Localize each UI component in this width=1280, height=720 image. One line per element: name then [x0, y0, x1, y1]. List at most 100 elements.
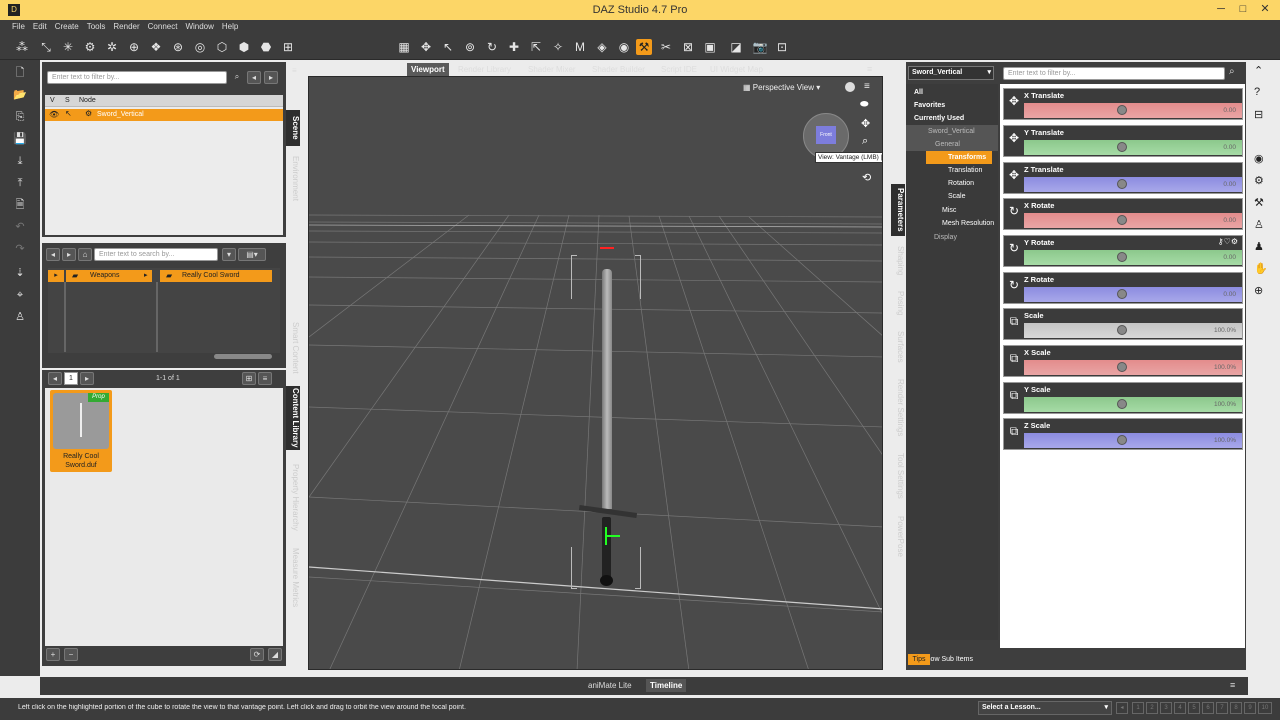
- forward-button[interactable]: ▸: [264, 71, 278, 84]
- slider-x-rotate[interactable]: ↻ X Rotate 0.00: [1003, 198, 1243, 230]
- tree-scale[interactable]: Scale: [906, 190, 998, 203]
- surface-icon[interactable]: ◈: [594, 39, 610, 55]
- view-cube[interactable]: Front: [816, 126, 836, 144]
- library-layout-button[interactable]: ▤▾: [238, 248, 266, 261]
- tree-misc[interactable]: Misc: [906, 204, 998, 217]
- node-weight-icon[interactable]: ⊕: [126, 39, 142, 55]
- tab-render-settings[interactable]: Render Settings: [891, 374, 905, 442]
- slider-value[interactable]: 0.00: [1223, 291, 1236, 298]
- render-icon[interactable]: 📷: [752, 39, 768, 55]
- gizmo-x-axis[interactable]: [606, 535, 620, 537]
- maximize-button[interactable]: □: [1232, 1, 1254, 18]
- lesson-step[interactable]: 9: [1244, 702, 1256, 714]
- figure-icon[interactable]: ✧: [550, 39, 566, 55]
- translate-icon[interactable]: ✚: [506, 39, 522, 55]
- tab-content-library[interactable]: Content Library: [286, 386, 300, 450]
- merge-file-icon[interactable]: ⎘: [13, 110, 27, 124]
- menu-render[interactable]: Render: [109, 20, 143, 33]
- tree-all[interactable]: All: [906, 86, 998, 99]
- tab-posing[interactable]: Posing: [891, 286, 905, 320]
- target-tool-icon[interactable]: ⊚: [462, 39, 478, 55]
- open-file-icon[interactable]: 📂: [13, 88, 27, 102]
- slider-value[interactable]: 0.00: [1223, 144, 1236, 151]
- slider-knob[interactable]: [1117, 252, 1127, 262]
- lesson-step[interactable]: 7: [1216, 702, 1228, 714]
- panel-menu-icon[interactable]: ≡: [292, 66, 302, 76]
- tree-transforms[interactable]: Transforms: [926, 151, 992, 164]
- slider-knob[interactable]: [1117, 179, 1127, 189]
- universal-tool-icon[interactable]: ⤡: [38, 39, 54, 55]
- menu-create[interactable]: Create: [51, 20, 83, 33]
- pane-menu-icon[interactable]: ≡: [1230, 680, 1235, 690]
- dolly-icon[interactable]: ⬬: [860, 99, 869, 110]
- tips-button[interactable]: Tips: [908, 654, 930, 665]
- slider-track[interactable]: [1024, 360, 1242, 375]
- slider-track[interactable]: [1024, 397, 1242, 412]
- column-visible[interactable]: V: [50, 97, 55, 104]
- primitive-tool-icon[interactable]: ⬣: [258, 39, 274, 55]
- sword-pommel[interactable]: [600, 575, 613, 586]
- sculpt-icon[interactable]: ◉: [616, 39, 632, 55]
- lesson-select[interactable]: Select a Lesson... ▾: [978, 701, 1112, 715]
- menu-connect[interactable]: Connect: [144, 20, 182, 33]
- close-button[interactable]: ✕: [1254, 1, 1276, 18]
- smart-content-icon[interactable]: ⊟: [1254, 108, 1263, 121]
- refresh-button[interactable]: ⟳: [250, 648, 264, 661]
- undo-icon[interactable]: ↶: [13, 220, 27, 234]
- sword-blade[interactable]: [602, 269, 612, 509]
- tab-surfaces[interactable]: Surfaces: [891, 326, 905, 368]
- slider-value[interactable]: 0.00: [1223, 181, 1236, 188]
- slider-value[interactable]: 100.0%: [1214, 437, 1236, 444]
- tab-shader-mixer[interactable]: Shader Mixer: [524, 63, 580, 76]
- tree-mesh-resolution[interactable]: Mesh Resolution: [906, 217, 998, 230]
- slider-knob[interactable]: [1117, 105, 1127, 115]
- remove-button[interactable]: −: [64, 648, 78, 661]
- weight-map-icon[interactable]: ⊠: [680, 39, 696, 55]
- tab-tool-settings[interactable]: Tool Settings: [891, 448, 905, 504]
- export-icon[interactable]: ⤒: [13, 176, 27, 190]
- menu-help[interactable]: Help: [218, 20, 242, 33]
- column-divider[interactable]: [64, 282, 66, 352]
- slider-value[interactable]: 100.0%: [1214, 364, 1236, 371]
- page-number-field[interactable]: 1: [64, 372, 78, 385]
- lesson-step[interactable]: 5: [1188, 702, 1200, 714]
- library-back-button[interactable]: ◂: [46, 248, 60, 261]
- tab-environment[interactable]: Environment: [286, 150, 300, 206]
- tree-rotation[interactable]: Rotation: [906, 177, 998, 190]
- folder-really-cool-sword[interactable]: ▰ Really Cool Sword: [160, 270, 272, 282]
- scene-row-sword[interactable]: 👁 ↖ ⚙ Sword_Vertical: [45, 109, 283, 121]
- spot-render-icon[interactable]: ◎: [192, 39, 208, 55]
- document-icon[interactable]: 🗎: [13, 198, 27, 212]
- gizmo-y-axis[interactable]: [605, 527, 607, 545]
- drop-to-floor-icon[interactable]: ⇣: [13, 266, 27, 280]
- tab-shaping[interactable]: Shaping: [891, 242, 905, 280]
- tab-timeline[interactable]: Timeline: [646, 679, 687, 692]
- focus-icon[interactable]: ◉: [1254, 152, 1264, 165]
- cursor-icon[interactable]: ↖: [65, 109, 72, 118]
- node-selection-icon[interactable]: ⁂: [14, 39, 30, 55]
- tab-render-library[interactable]: Render Library: [454, 63, 515, 76]
- uv-tool-icon[interactable]: ✂: [658, 39, 674, 55]
- figure-setup-icon[interactable]: ♙: [13, 310, 27, 324]
- viewport-menu-icon[interactable]: ≡: [867, 64, 872, 74]
- tree-display[interactable]: Display: [906, 231, 998, 244]
- tab-measure-metrics[interactable]: Measure Metrics: [286, 544, 300, 612]
- slider-y-rotate[interactable]: ↻ Y Rotate ⚷♡⚙ 0.00: [1003, 235, 1243, 267]
- camera-select[interactable]: ▦ Perspective View ▾: [743, 83, 820, 92]
- rotate-tool-icon[interactable]: ⚙: [82, 39, 98, 55]
- lesson-prev-button[interactable]: ◂: [1116, 702, 1128, 714]
- move-tool-icon[interactable]: ✥: [418, 39, 434, 55]
- column-divider[interactable]: [156, 282, 158, 352]
- slider-value[interactable]: 0.00: [1223, 107, 1236, 114]
- add-button[interactable]: +: [46, 648, 60, 661]
- save-icon[interactable]: 💾: [13, 132, 27, 146]
- menu-tools[interactable]: Tools: [83, 20, 110, 33]
- slider-y-scale[interactable]: ⧉ Y Scale 100.0%: [1003, 382, 1243, 414]
- tab-animate-lite[interactable]: aniMate Lite: [588, 681, 632, 690]
- slider-track[interactable]: [1024, 250, 1242, 265]
- lesson-step[interactable]: 8: [1230, 702, 1242, 714]
- view-menu-icon[interactable]: ≡: [864, 81, 870, 92]
- tab-powerpose[interactable]: PowerPose: [891, 510, 905, 562]
- library-view-button[interactable]: ▾: [222, 248, 236, 261]
- slider-track[interactable]: [1024, 287, 1242, 302]
